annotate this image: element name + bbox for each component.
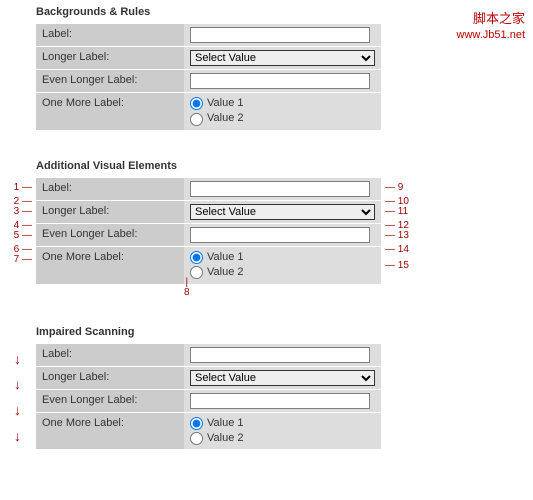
down-arrow-icon: ↓: [14, 352, 21, 366]
down-arrow-icon: ↓: [14, 377, 21, 391]
radio-label: Value 1: [207, 416, 244, 431]
section-title: Impaired Scanning: [36, 326, 381, 338]
form-table: Label: Longer Label: Select Value Even L…: [36, 178, 381, 284]
value-select[interactable]: Select Value: [190, 50, 375, 66]
even-longer-label-text: Even Longer Label:: [36, 224, 184, 247]
label-text: Label:: [36, 344, 184, 367]
even-longer-input[interactable]: [190, 393, 370, 409]
even-longer-label-text: Even Longer Label:: [36, 70, 184, 93]
watermark-url: www.Jb51.net: [457, 28, 525, 43]
value-select[interactable]: Select Value: [190, 370, 375, 386]
radio-value2[interactable]: [190, 432, 203, 445]
table-row: One More Label: Value 1 Value 2: [36, 413, 381, 450]
table-row: Even Longer Label:: [36, 224, 381, 247]
callout-3: 3: [12, 206, 32, 217]
label-input[interactable]: [190, 27, 370, 43]
label-text: Label:: [36, 178, 184, 201]
longer-label-text: Longer Label:: [36, 367, 184, 390]
down-arrow-icon: ↓: [14, 403, 21, 417]
one-more-label-text: One More Label:: [36, 413, 184, 450]
radio-value1[interactable]: [190, 417, 203, 430]
radio-value2[interactable]: [190, 113, 203, 126]
callout-9: 9: [385, 182, 421, 193]
one-more-label-text: One More Label:: [36, 247, 184, 284]
section-title: Additional Visual Elements: [36, 160, 381, 172]
table-row: Longer Label: Select Value: [36, 367, 381, 390]
table-row: Label:: [36, 178, 381, 201]
callout-11: 11: [385, 206, 421, 217]
form-table: Label: Longer Label: Select Value Even L…: [36, 24, 381, 130]
callout-7: 7: [12, 254, 32, 265]
section-impaired-scanning: Impaired Scanning ↓ ↓ ↓ ↓ Label: Longer …: [36, 326, 381, 450]
even-longer-label-text: Even Longer Label:: [36, 390, 184, 413]
callout-8: | 8: [184, 279, 190, 298]
label-text: Label:: [36, 24, 184, 47]
callout-5: 5: [12, 230, 32, 241]
radio-value2[interactable]: [190, 266, 203, 279]
longer-label-text: Longer Label:: [36, 47, 184, 70]
table-row: Longer Label: Select Value: [36, 201, 381, 224]
even-longer-input[interactable]: [190, 227, 370, 243]
table-row: Even Longer Label:: [36, 390, 381, 413]
section-title: Backgrounds & Rules: [36, 6, 381, 18]
longer-label-text: Longer Label:: [36, 201, 184, 224]
form-table: Label: Longer Label: Select Value Even L…: [36, 344, 381, 450]
callout-14: 14: [385, 244, 421, 255]
table-row: Even Longer Label:: [36, 70, 381, 93]
table-row: One More Label: Value 1 Value 2: [36, 247, 381, 284]
table-row: Longer Label: Select Value: [36, 47, 381, 70]
arrow-column: ↓ ↓ ↓ ↓: [14, 346, 21, 450]
label-input[interactable]: [190, 347, 370, 363]
value-select[interactable]: Select Value: [190, 204, 375, 220]
radio-value1[interactable]: [190, 97, 203, 110]
section-backgrounds-rules: Backgrounds & Rules Label: Longer Label:…: [36, 6, 381, 130]
watermark: 脚本之家 www.Jb51.net: [457, 10, 525, 44]
section-additional-visual: Additional Visual Elements 1 2 3 4 5 6 7…: [36, 160, 381, 284]
callout-1: 1: [12, 182, 32, 193]
even-longer-input[interactable]: [190, 73, 370, 89]
one-more-label-text: One More Label:: [36, 93, 184, 130]
label-input[interactable]: [190, 181, 370, 197]
radio-label: Value 2: [207, 265, 244, 280]
callout-15: 15: [385, 260, 421, 271]
radio-label: Value 2: [207, 431, 244, 446]
radio-label: Value 2: [207, 111, 244, 126]
radio-label: Value 1: [207, 250, 244, 265]
radio-value1[interactable]: [190, 251, 203, 264]
radio-label: Value 1: [207, 96, 244, 111]
watermark-cn: 脚本之家: [457, 10, 525, 28]
table-row: Label:: [36, 344, 381, 367]
down-arrow-icon: ↓: [14, 429, 21, 443]
callout-13: 13: [385, 230, 421, 241]
table-row: One More Label: Value 1 Value 2: [36, 93, 381, 130]
table-row: Label:: [36, 24, 381, 47]
